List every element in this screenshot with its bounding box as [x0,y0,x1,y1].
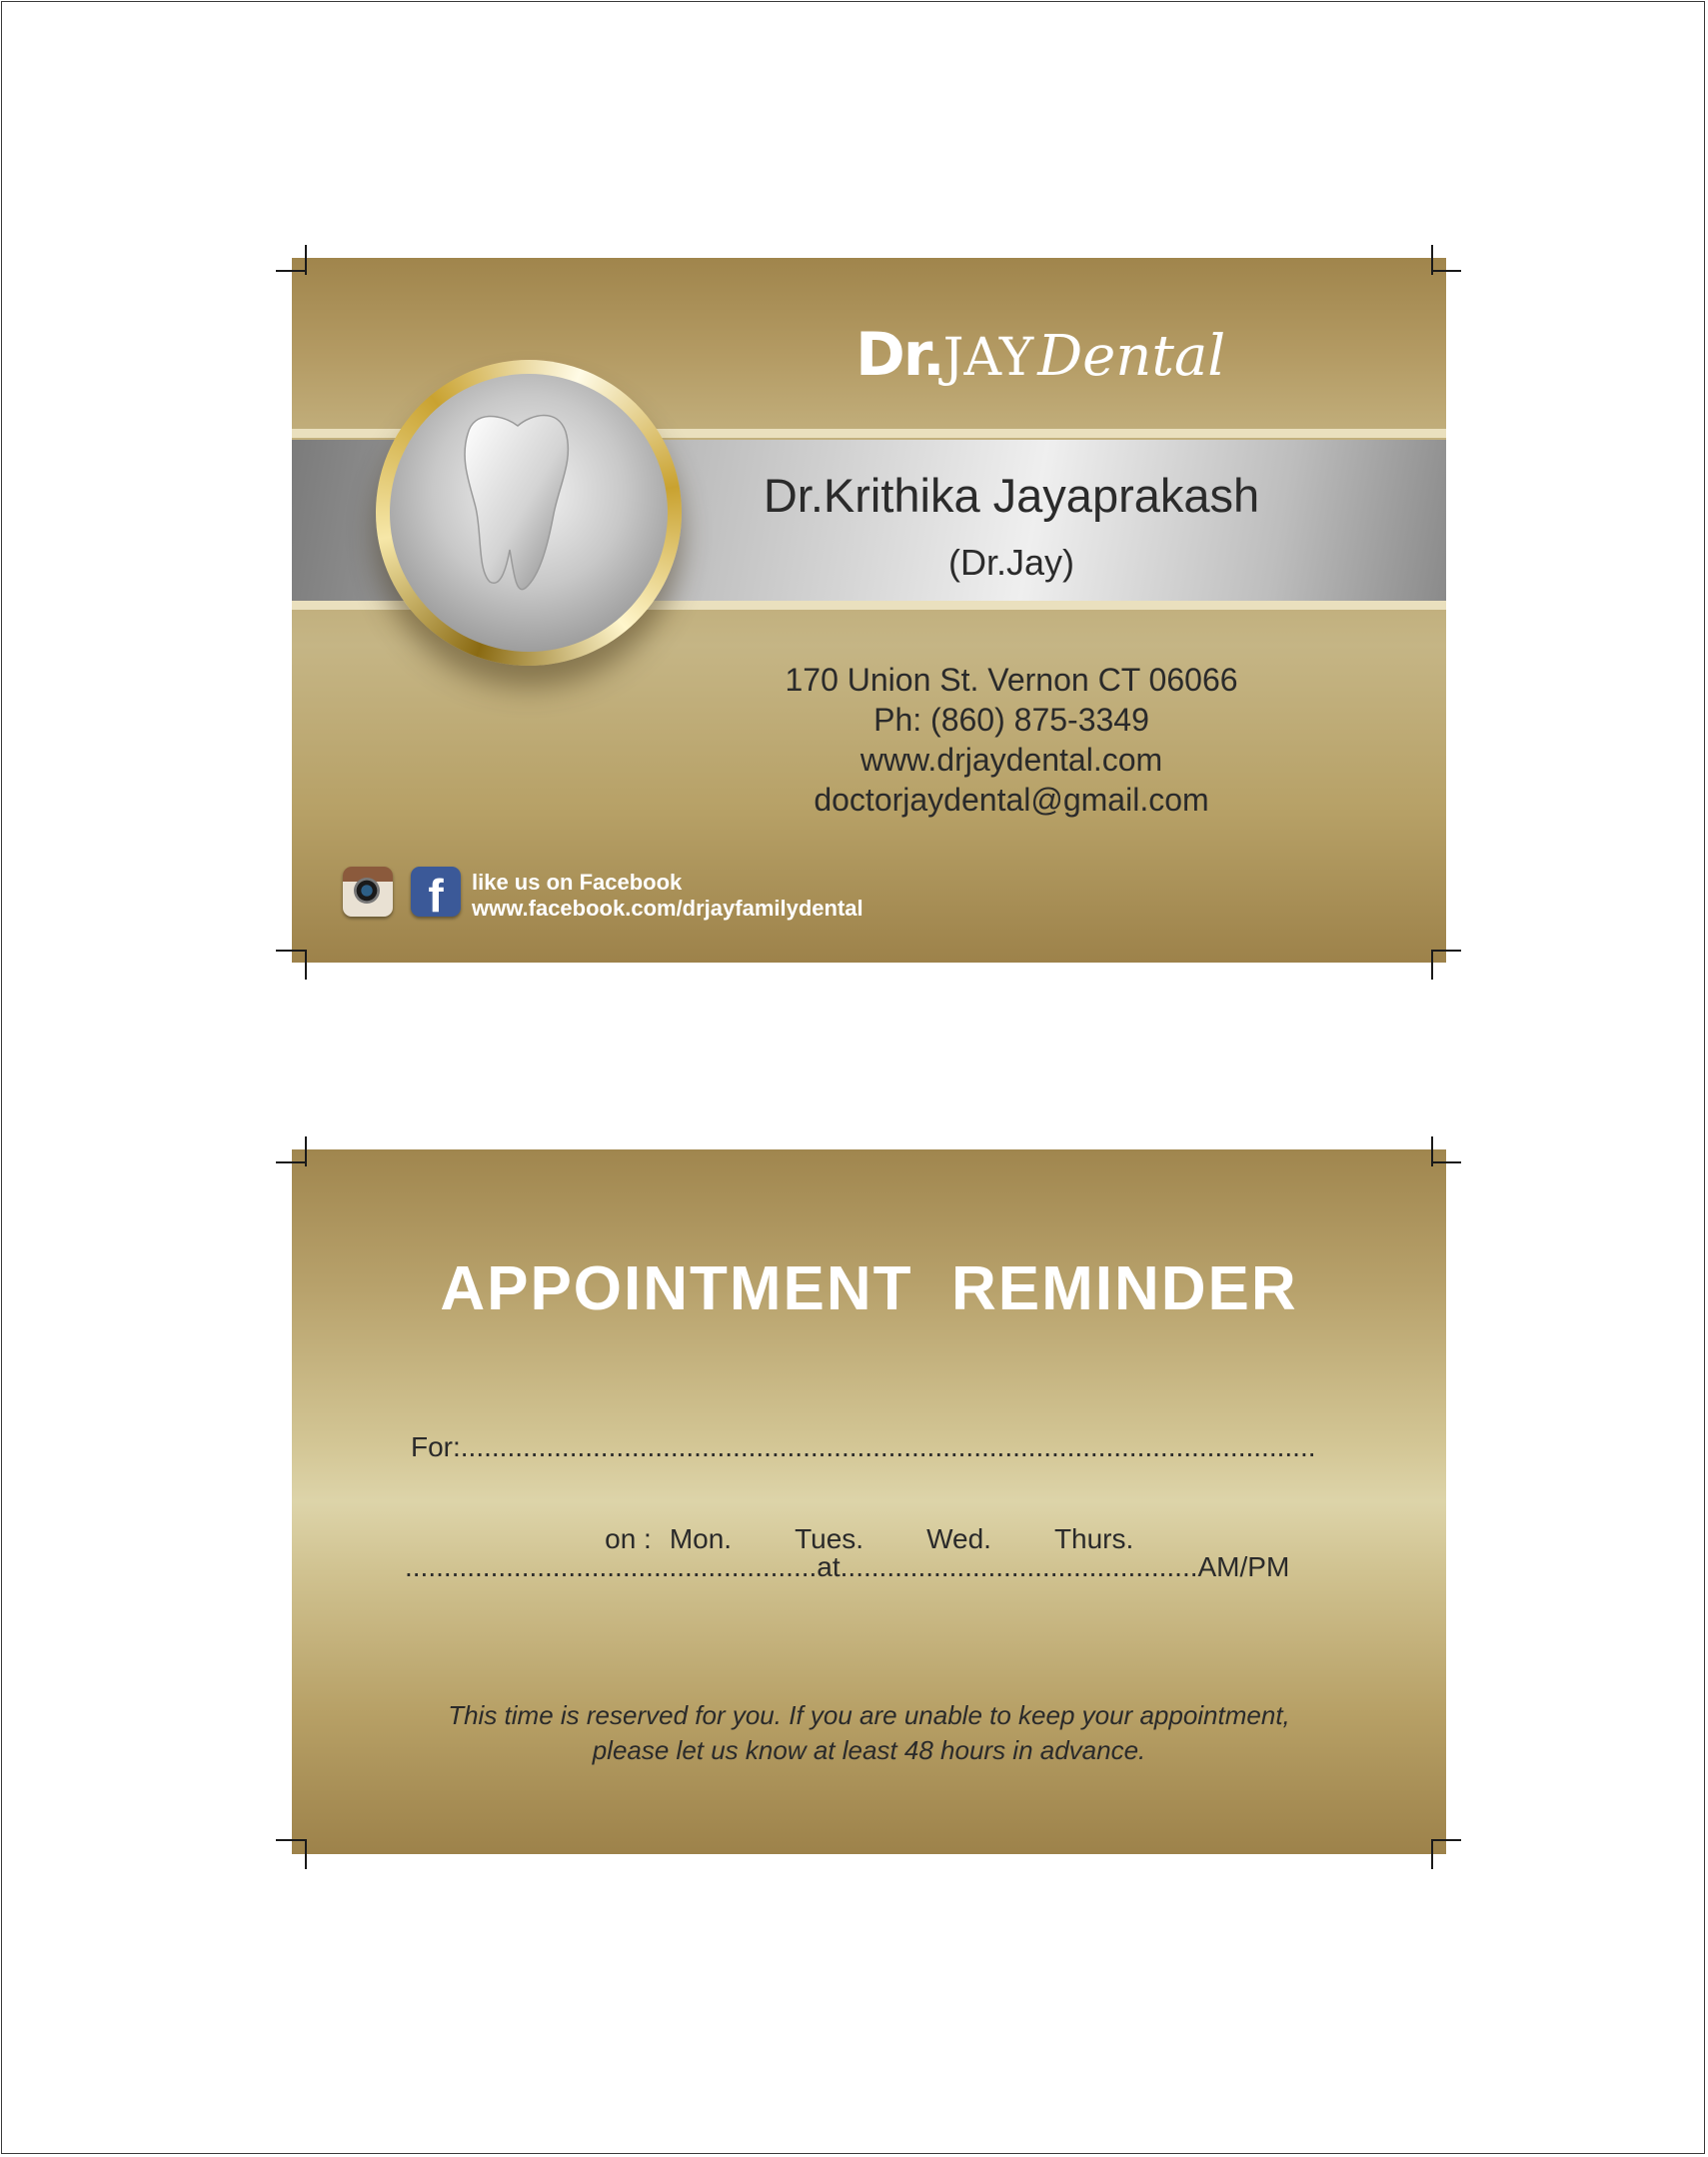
crop-mark [276,270,306,272]
clinic-logo: Dr.JAYDental [855,320,1225,390]
address: 170 Union St. Vernon CT 06066 [785,662,1238,698]
crop-mark [276,950,306,952]
crop-mark [276,1839,306,1841]
day-tuesday: Tues. [795,1523,864,1554]
day-thursday: Thurs. [1053,1523,1134,1554]
crop-mark [1431,270,1461,272]
phone-number: Ph: (860) 875-3349 [873,702,1149,738]
day-wednesday: Wed. [926,1523,991,1554]
note-line-2: please let us know at least 48 hours in … [592,1735,1146,1765]
time-line: ........................................… [405,1551,1290,1582]
day-monday: Mon. [669,1523,733,1554]
tooth-emblem [376,360,682,666]
logo-dental: Dental [1037,324,1226,389]
crop-mark [305,1136,307,1166]
email-link[interactable]: doctorjaydental@gmail.com [712,780,1311,820]
business-card-front: Dr.JAYDental Dr.Krithika Jayaprakash (Dr… [292,258,1446,963]
instagram-icon[interactable] [343,867,393,917]
crop-mark [1431,950,1433,980]
crop-mark [276,1161,306,1163]
crop-mark [1431,245,1433,275]
doctor-nickname: (Dr.Jay) [948,542,1074,583]
facebook-like-text: like us on Facebook [472,870,683,895]
crop-mark [1431,1136,1433,1166]
logo-dr: Dr. [855,320,945,390]
facebook-url[interactable]: www.facebook.com/drjayfamilydental [472,896,863,922]
for-line: For:....................................… [411,1431,1316,1462]
days-prefix: on : [605,1523,652,1554]
note-line-1: This time is reserved for you. If you ar… [448,1700,1290,1730]
business-card-back: APPOINTMENT REMINDER For:...............… [292,1149,1446,1854]
tooth-disc [390,374,668,652]
crop-mark [1431,1839,1461,1841]
doctor-name: Dr.Krithika Jayaprakash [763,469,1260,522]
crop-mark [305,950,307,980]
crop-mark [305,1839,307,1869]
facebook-icon[interactable]: f [411,867,461,917]
logo-jay: JAY [942,328,1034,388]
tooth-icon [464,414,570,591]
crop-mark [1431,950,1461,952]
reservation-note: This time is reserved for you. If you ar… [292,1698,1446,1768]
appointment-title: APPOINTMENT REMINDER [440,1254,1298,1323]
crop-mark [305,245,307,275]
contact-block: 170 Union St. Vernon CT 06066 Ph: (860) … [712,660,1311,820]
website-link[interactable]: www.drjaydental.com [712,740,1311,780]
crop-mark [1431,1161,1461,1163]
crop-mark [1431,1839,1433,1869]
facebook-promo: like us on Facebook www.facebook.com/drj… [472,870,863,922]
